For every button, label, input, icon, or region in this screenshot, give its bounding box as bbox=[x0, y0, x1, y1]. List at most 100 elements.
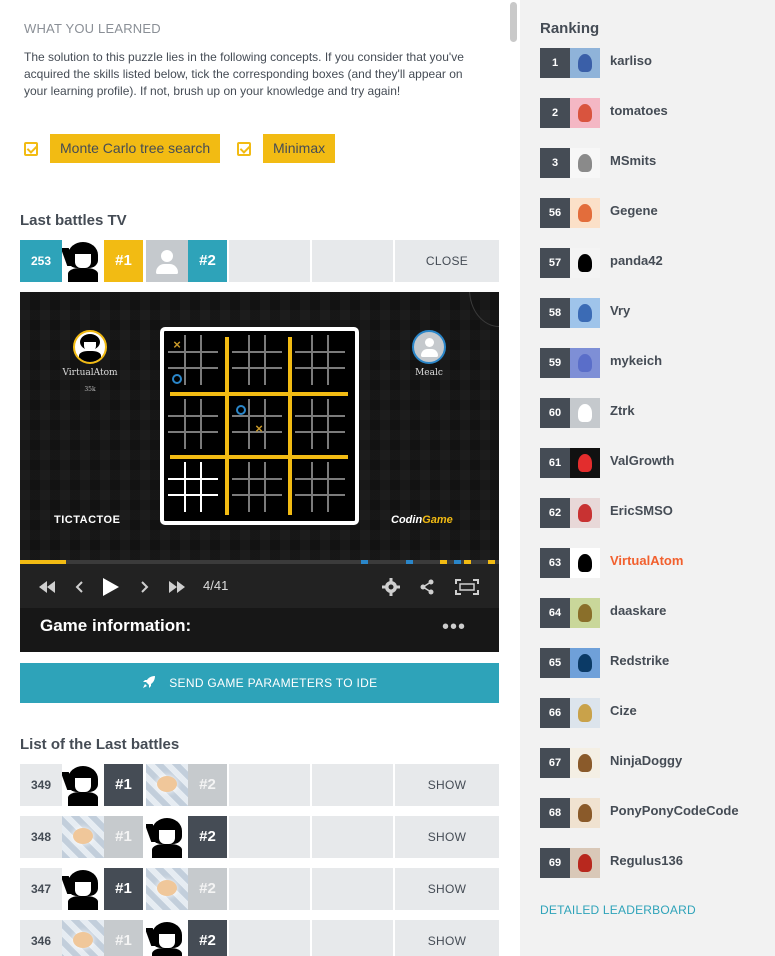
gear-icon[interactable] bbox=[380, 564, 402, 608]
ranking-username[interactable]: Cize bbox=[610, 698, 637, 724]
ranking-username[interactable]: PonyPonyCodeCode bbox=[610, 798, 739, 824]
user-avatar[interactable] bbox=[570, 398, 600, 428]
tv-battle-row[interactable]: 253 #1 #2 CLOSE bbox=[20, 240, 499, 282]
fullscreen-icon[interactable] bbox=[452, 564, 482, 608]
ranking-row[interactable]: 62 EricSMSO bbox=[540, 498, 770, 528]
ranking-row[interactable]: 2 tomatoes bbox=[540, 98, 770, 128]
grid-line bbox=[327, 462, 329, 512]
step-back-icon[interactable] bbox=[70, 564, 88, 608]
user-avatar[interactable] bbox=[570, 498, 600, 528]
ranking-row[interactable]: 1 karliso bbox=[540, 48, 770, 78]
battle-row[interactable]: 349 #1 #2 SHOW bbox=[20, 764, 499, 806]
play-icon[interactable] bbox=[100, 564, 122, 608]
ranking-username[interactable]: VirtualAtom bbox=[610, 548, 683, 574]
ranking-row[interactable]: 58 Vry bbox=[540, 298, 770, 328]
ranking-position: 57 bbox=[540, 248, 570, 278]
logo-part: Game bbox=[422, 514, 453, 526]
user-avatar[interactable] bbox=[570, 148, 600, 178]
ranking-username[interactable]: Ztrk bbox=[610, 398, 635, 424]
user-avatar[interactable] bbox=[570, 698, 600, 728]
player-controls: 4/41 bbox=[20, 564, 499, 608]
ranking-username[interactable]: Redstrike bbox=[610, 648, 669, 674]
battle-rank: 253 bbox=[20, 240, 62, 282]
ranking-row[interactable]: 63 VirtualAtom bbox=[540, 548, 770, 578]
user-avatar[interactable] bbox=[570, 798, 600, 828]
user-avatar[interactable] bbox=[570, 348, 600, 378]
user-avatar[interactable] bbox=[570, 748, 600, 778]
battle-row[interactable]: 346 #1 #2 SHOW bbox=[20, 920, 499, 956]
ranking-username[interactable]: mykeich bbox=[610, 348, 662, 374]
ranking-row[interactable]: 69 Regulus136 bbox=[540, 848, 770, 878]
grid-line bbox=[200, 399, 202, 449]
ranking-row[interactable]: 65 Redstrike bbox=[540, 648, 770, 678]
concept-mcts[interactable]: Monte Carlo tree search bbox=[24, 134, 221, 163]
ranking-username[interactable]: Regulus136 bbox=[610, 848, 683, 874]
user-avatar[interactable] bbox=[570, 448, 600, 478]
ranking-row[interactable]: 60 Ztrk bbox=[540, 398, 770, 428]
share-icon[interactable] bbox=[416, 564, 438, 608]
more-options-icon[interactable]: ••• bbox=[442, 616, 466, 639]
grid-line bbox=[295, 351, 345, 353]
grid-line bbox=[232, 494, 282, 496]
grid-line bbox=[168, 431, 218, 433]
show-button[interactable]: SHOW bbox=[395, 868, 499, 910]
show-button[interactable]: SHOW bbox=[395, 816, 499, 858]
checkbox-icon[interactable] bbox=[24, 141, 38, 156]
fast-backward-icon[interactable] bbox=[36, 564, 58, 608]
x-mark-icon: × bbox=[255, 421, 263, 436]
user-avatar[interactable] bbox=[570, 648, 600, 678]
user-avatar[interactable] bbox=[570, 48, 600, 78]
ranking-username[interactable]: panda42 bbox=[610, 248, 663, 274]
player-position: #1 bbox=[104, 868, 143, 910]
ranking-username[interactable]: Vry bbox=[610, 298, 630, 324]
ranking-username[interactable]: ValGrowth bbox=[610, 448, 674, 474]
user-avatar[interactable] bbox=[570, 98, 600, 128]
ranking-row[interactable]: 66 Cize bbox=[540, 698, 770, 728]
ranking-row[interactable]: 64 daaskare bbox=[540, 598, 770, 628]
ranking-row[interactable]: 59 mykeich bbox=[540, 348, 770, 378]
mini-grid bbox=[295, 462, 345, 512]
checkbox-icon[interactable] bbox=[237, 141, 251, 156]
user-avatar[interactable] bbox=[570, 198, 600, 228]
send-game-parameters-button[interactable]: SEND GAME PARAMETERS TO IDE bbox=[20, 663, 499, 703]
detailed-leaderboard-link[interactable]: DETAILED LEADERBOARD bbox=[540, 903, 696, 917]
scrollbar[interactable] bbox=[510, 2, 517, 42]
ranking-row[interactable]: 67 NinjaDoggy bbox=[540, 748, 770, 778]
show-button[interactable]: SHOW bbox=[395, 920, 499, 956]
user-avatar[interactable] bbox=[570, 298, 600, 328]
ranking-position: 2 bbox=[540, 98, 570, 128]
ranking-username[interactable]: tomatoes bbox=[610, 98, 668, 124]
grid-line bbox=[264, 462, 266, 512]
ranking-username[interactable]: karliso bbox=[610, 48, 652, 74]
ranking-row[interactable]: 3 MSmits bbox=[540, 148, 770, 178]
user-avatar[interactable] bbox=[570, 548, 600, 578]
ranking-username[interactable]: Gegene bbox=[610, 198, 658, 224]
ranking-row[interactable]: 56 Gegene bbox=[540, 198, 770, 228]
ranking-username[interactable]: NinjaDoggy bbox=[610, 748, 682, 774]
battle-row[interactable]: 347 #1 #2 SHOW bbox=[20, 868, 499, 910]
ranking-position: 61 bbox=[540, 448, 570, 478]
ranking-row[interactable]: 57 panda42 bbox=[540, 248, 770, 278]
concept-minimax[interactable]: Minimax bbox=[237, 134, 336, 163]
close-button[interactable]: CLOSE bbox=[395, 240, 499, 282]
ranking-position: 56 bbox=[540, 198, 570, 228]
ranking-row[interactable]: 61 ValGrowth bbox=[540, 448, 770, 478]
empty-slot bbox=[312, 240, 393, 282]
ranking-username[interactable]: EricSMSO bbox=[610, 498, 673, 524]
player-position: #1 bbox=[104, 920, 143, 956]
player-position: #2 bbox=[188, 868, 227, 910]
step-forward-icon[interactable] bbox=[136, 564, 154, 608]
user-avatar[interactable] bbox=[570, 248, 600, 278]
game-viewer[interactable]: VirtualAtom 35k Mealc × × TICTACTOE Codi… bbox=[20, 292, 499, 652]
battle-row[interactable]: 348 #1 #2 SHOW bbox=[20, 816, 499, 858]
user-avatar[interactable] bbox=[570, 598, 600, 628]
show-button[interactable]: SHOW bbox=[395, 764, 499, 806]
ranking-username[interactable]: daaskare bbox=[610, 598, 666, 624]
fast-forward-icon[interactable] bbox=[166, 564, 188, 608]
ranking-username[interactable]: MSmits bbox=[610, 148, 656, 174]
grid-line bbox=[295, 367, 345, 369]
ranking-row[interactable]: 68 PonyPonyCodeCode bbox=[540, 798, 770, 828]
grid-line bbox=[311, 399, 313, 449]
user-avatar[interactable] bbox=[570, 848, 600, 878]
ranking-position: 63 bbox=[540, 548, 570, 578]
